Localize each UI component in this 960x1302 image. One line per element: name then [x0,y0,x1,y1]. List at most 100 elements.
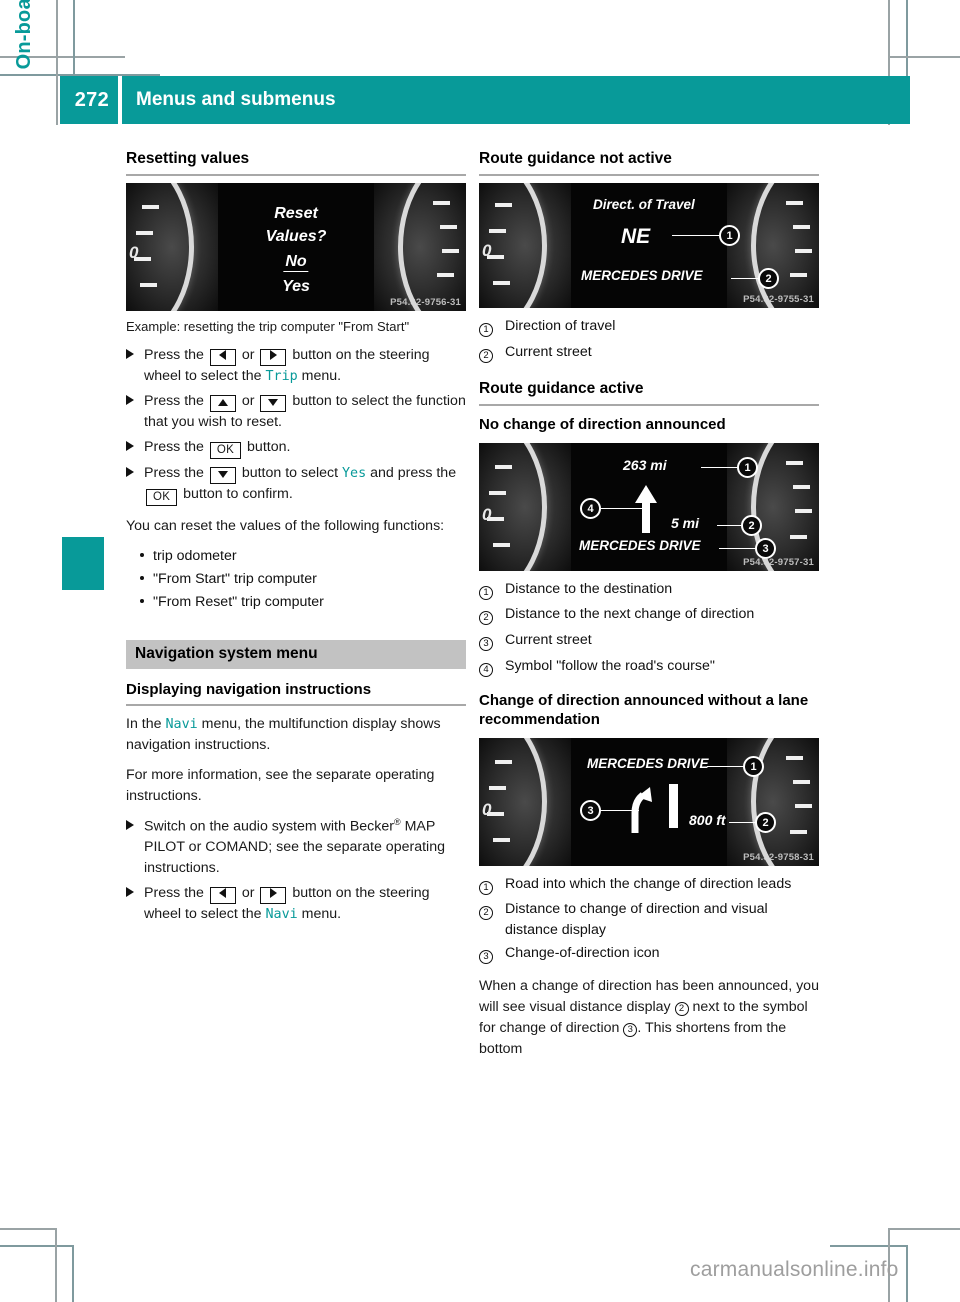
figure-callout-2: 2 [758,267,779,289]
step-arrow-icon [126,440,134,451]
left-column: Resetting values 0 Reset Values? No Yes … [126,150,466,929]
crop-mark-bottom-left-h [0,1228,56,1230]
key-left-arrow-icon[interactable] [209,349,236,367]
figure-callout-2: 2 [755,811,776,833]
legend-number: 2 [479,604,505,627]
display-current-street: MERCEDES DRIVE [579,537,701,553]
figure-change-of-direction: 0 MERCEDES DRIVE 800 ft 1 2 3 P54.32-975… [479,737,819,866]
legend-text: Distance to change of direction and visu… [505,901,768,938]
gauge-zero-label: 0 [482,240,492,260]
key-right-arrow-icon[interactable] [260,349,287,367]
legend-number: 2 [479,342,505,365]
leader-line-2 [731,277,761,280]
figure-callout-3: 3 [580,799,601,821]
steps-reset: Press the or button on the steering whee… [126,345,466,506]
key-ok[interactable]: OK [146,488,178,506]
legend-number: 3 [479,630,505,653]
legend-row: 1 Distance to the destination [479,579,819,602]
crop-mark-bottom-right-h2 [830,1245,908,1247]
chapter-tab-marker [62,537,104,590]
nav-paragraph-1: In the Navi menu, the multifunction disp… [126,716,441,754]
figure-no-change-of-direction: 0 263 mi 5 mi MERCEDES DRIVE 1 2 3 4 P54… [479,442,819,571]
callout-reference: 2 [479,906,493,921]
display-option-yes: Yes [282,277,310,295]
gauge-ring-right [751,737,819,866]
gauge-right [727,182,819,308]
key-ok[interactable]: OK [209,441,242,459]
key-down-arrow-icon[interactable] [260,394,287,412]
display-direction-value: NE [621,224,651,248]
leader-line-1 [701,466,739,469]
figure-watermark: P54.32-9756-31 [390,296,461,308]
legend-number: 2 [479,899,505,922]
key-right-arrow-icon[interactable] [260,887,287,905]
callout-reference: 1 [479,880,493,895]
step-item: Switch on the audio system with Becker® … [126,816,466,879]
legend-row: 2 Distance to change of direction and vis… [479,899,819,940]
crop-mark-top-right-h [888,56,960,58]
gauge-zero-label: 0 [129,242,139,262]
figure-callout-4: 4 [580,497,601,519]
legend-text: Change-of-direction icon [505,945,660,962]
step-arrow-icon [126,349,134,360]
figure-reset-values: 0 Reset Values? No Yes P54.32-9756-31 [126,182,466,311]
figure-callout-1: 1 [719,224,740,246]
crop-mark-bottom-left-v [55,1228,57,1302]
step-arrow-icon [126,466,134,477]
list-item: "From Start" trip computer [138,569,466,590]
legend-number: 4 [479,656,505,679]
crop-mark-top-left-v [56,0,58,125]
display-current-street: MERCEDES DRIVE [581,267,703,283]
step-item: Press the OK button. [126,437,466,459]
figure-route-guidance-not-active: 0 Direct. of Travel NE MERCEDES DRIVE 1 … [479,182,819,308]
figure-callout-3: 3 [755,537,776,559]
figure-watermark: P54.32-9757-31 [743,556,814,568]
step-item: Press the button to select Yes and press… [126,463,466,506]
legend-number: 1 [479,316,505,339]
crop-mark-top-left-v2 [73,0,75,76]
key-up-arrow-icon[interactable] [209,394,236,412]
legend-route-guidance-not-active: 1 Direction of travel 2 Current street [479,316,819,364]
visual-distance-bar [669,783,678,828]
legend-change-of-direction: 1 Road into which the change of direction… [479,874,819,966]
gauge-left: 0 [479,182,571,308]
legend-row: 1 Direction of travel [479,316,819,339]
leader-line-1 [707,765,745,768]
legend-number: 1 [479,579,505,602]
running-title-label: On-board computer and displays [13,0,36,69]
legend-number: 1 [479,874,505,897]
key-left-arrow-icon[interactable] [209,887,236,905]
gauge-right [727,737,819,866]
legend-text: Current street [505,343,592,360]
bullet-icon [140,552,144,557]
legend-number: 3 [479,943,505,966]
crop-mark-bottom-right-h [888,1228,960,1230]
registered-mark: ® [393,816,401,827]
callout-reference: 4 [479,662,493,677]
gauge-ring-right [751,182,819,308]
change-of-direction-icon [631,786,652,833]
figure-callout-1: 1 [737,456,758,478]
steps-navigation: Switch on the audio system with Becker® … [126,816,466,925]
step-arrow-icon [126,394,134,405]
menu-name: Navi [265,907,298,923]
callout-reference: 1 [479,322,493,337]
gauge-left: 0 [126,182,218,311]
display-line-reset: Reset [274,204,318,222]
bullet-icon [140,599,144,604]
gauge-zero-label: 0 [482,504,492,524]
reset-intro: You can reset the values of the followin… [126,517,445,534]
display-option-no: No [283,252,309,272]
legend-row: 4 Symbol "follow the road's course" [479,656,819,679]
running-title: On-board computer and displays [0,0,36,170]
display-distance-next: 5 mi [671,514,700,531]
step-arrow-icon [126,819,134,830]
leader-line-1 [672,234,720,237]
key-down-arrow-icon[interactable] [209,466,236,484]
crop-mark-bottom-right-v2 [906,1245,908,1302]
legend-text: Distance to the next change of direction [505,606,755,623]
nav-paragraph-2: For more information, see the separate o… [126,767,435,804]
step-arrow-icon [126,887,134,898]
callout-reference: 3 [623,1022,638,1037]
heading-change-of-direction: Change of direction announced without a … [479,692,809,728]
